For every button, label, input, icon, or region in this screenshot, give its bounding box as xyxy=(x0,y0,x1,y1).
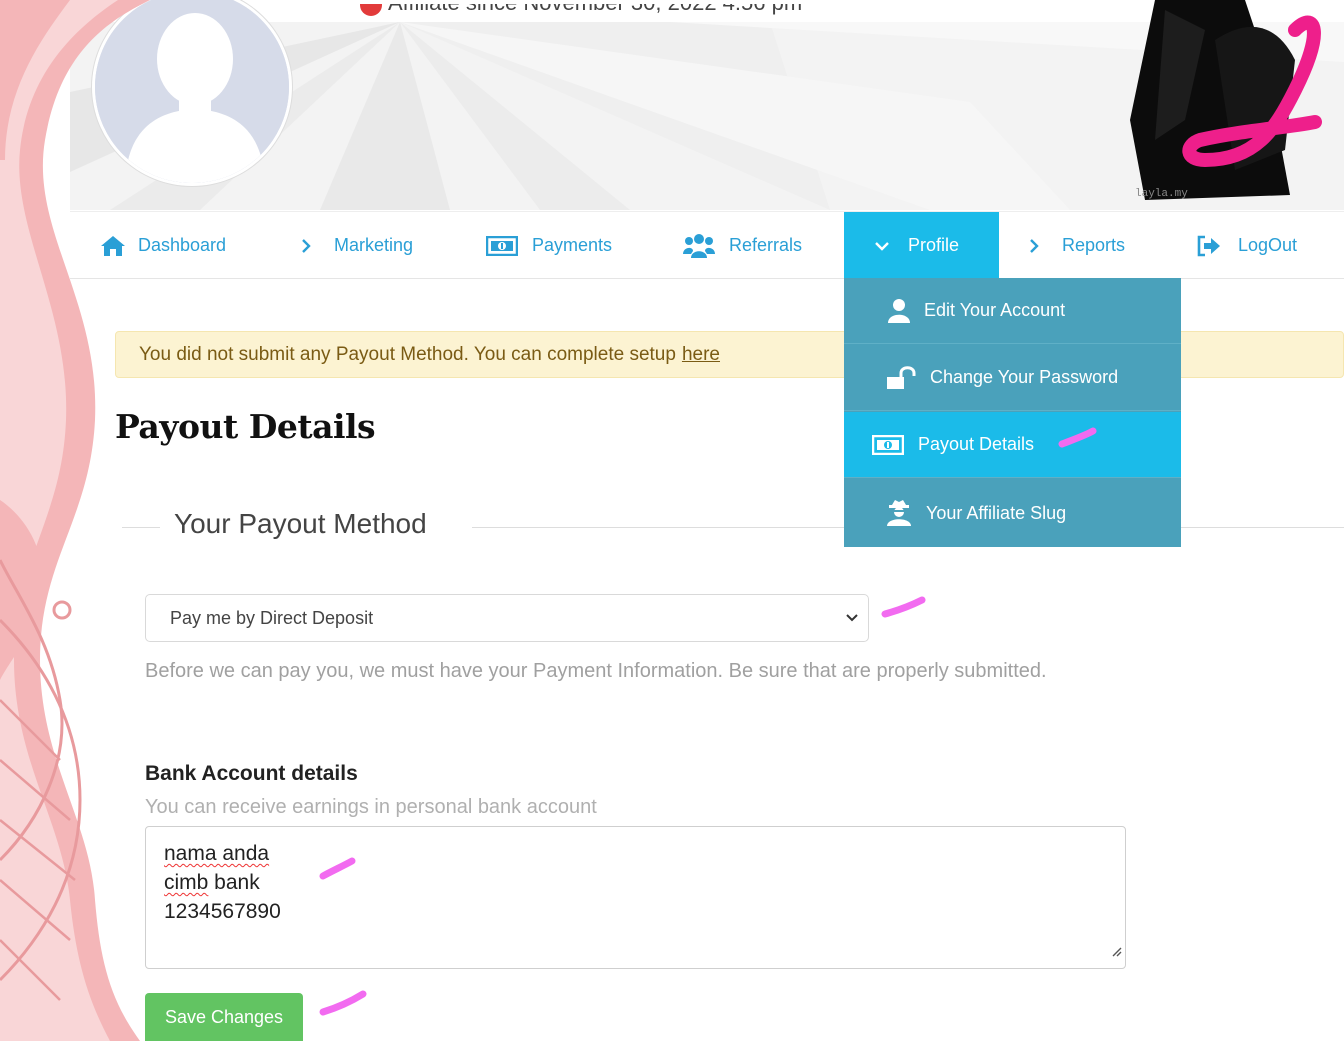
menu-item-label: Your Affiliate Slug xyxy=(926,502,1067,523)
nav-referrals[interactable]: Referrals xyxy=(683,212,863,279)
bank-details-textarea[interactable]: nama anda cimb bank 1234567890 xyxy=(145,826,1126,969)
chevron-right-icon xyxy=(300,238,312,254)
nav-reports[interactable]: Reports xyxy=(1028,212,1168,279)
profile-dropdown-menu: Edit Your Account Change Your Password P… xyxy=(844,278,1181,547)
payout-method-select[interactable]: Pay me by Direct Deposit xyxy=(145,594,869,642)
save-changes-button[interactable]: Save Changes xyxy=(145,993,303,1041)
nav-logout-label: LogOut xyxy=(1238,235,1298,255)
payout-method-legend: Your Payout Method xyxy=(174,508,427,539)
menu-item-label: Change Your Password xyxy=(930,367,1119,387)
resize-handle-icon[interactable] xyxy=(1110,936,1122,965)
money-icon xyxy=(872,434,904,455)
alert-setup-link[interactable]: here xyxy=(682,344,720,366)
page-title: Payout Details xyxy=(115,407,376,446)
alert-text: You did not submit any Payout Method. Yo… xyxy=(139,343,676,365)
menu-item-payout-details[interactable]: Payout Details xyxy=(844,412,1181,478)
annotation-mark xyxy=(1058,427,1097,448)
nav-marketing-label: Marketing xyxy=(334,235,414,255)
annotation-mark xyxy=(319,990,367,1016)
users-icon xyxy=(683,233,715,259)
nav-dashboard-label: Dashboard xyxy=(138,235,227,255)
menu-item-change-password[interactable]: Change Your Password xyxy=(844,345,1181,411)
decorative-border xyxy=(0,0,150,1041)
calendar-icon xyxy=(360,4,382,16)
logo-site-text: layla.my xyxy=(1135,188,1188,200)
user-secret-icon xyxy=(886,499,912,527)
bank-details-label: Bank Account details xyxy=(145,762,358,785)
nav-profile[interactable]: Profile xyxy=(844,212,999,279)
sign-out-icon xyxy=(1196,235,1222,257)
unlock-icon xyxy=(886,365,916,390)
menu-item-label: Edit Your Account xyxy=(924,300,1066,320)
payout-method-selected: Pay me by Direct Deposit xyxy=(170,607,374,628)
menu-item-edit-account[interactable]: Edit Your Account xyxy=(844,278,1181,344)
nav-payments[interactable]: Payments xyxy=(486,212,646,279)
payout-method-help: Before we can pay you, we must have your… xyxy=(145,660,1047,682)
menu-item-affiliate-slug[interactable]: Your Affiliate Slug xyxy=(844,480,1181,546)
nav-referrals-label: Referrals xyxy=(729,235,803,255)
brand-logo: layla.my xyxy=(1125,0,1344,200)
bank-line-account: 1234567890 xyxy=(164,900,281,923)
affiliate-since-text: Affiliate since November 30, 2022 4:56 p… xyxy=(360,4,802,26)
bank-line-name: nama anda xyxy=(164,842,270,865)
nav-marketing[interactable]: Marketing xyxy=(300,212,460,279)
chevron-right-icon xyxy=(1028,238,1040,254)
nav-profile-label: Profile xyxy=(908,235,960,255)
page: Affiliate since November 30, 2022 4:56 p… xyxy=(0,0,1344,1041)
annotation-mark xyxy=(319,857,356,880)
chevron-down-icon xyxy=(844,609,860,630)
chevron-down-icon xyxy=(874,240,890,252)
annotation-mark xyxy=(881,596,926,618)
bank-line-bank-text: cimb xyxy=(164,871,209,894)
bank-line-bank: cimb bank xyxy=(164,871,260,894)
menu-item-label: Payout Details xyxy=(918,434,1035,454)
nav-reports-label: Reports xyxy=(1062,235,1126,255)
money-icon xyxy=(486,235,518,256)
bank-details-help: You can receive earnings in personal ban… xyxy=(145,796,597,818)
nav-payments-label: Payments xyxy=(532,235,613,255)
user-icon xyxy=(886,298,912,324)
main-nav: Dashboard Marketing Payments Referrals P… xyxy=(70,211,1344,279)
nav-logout[interactable]: LogOut xyxy=(1196,212,1336,279)
